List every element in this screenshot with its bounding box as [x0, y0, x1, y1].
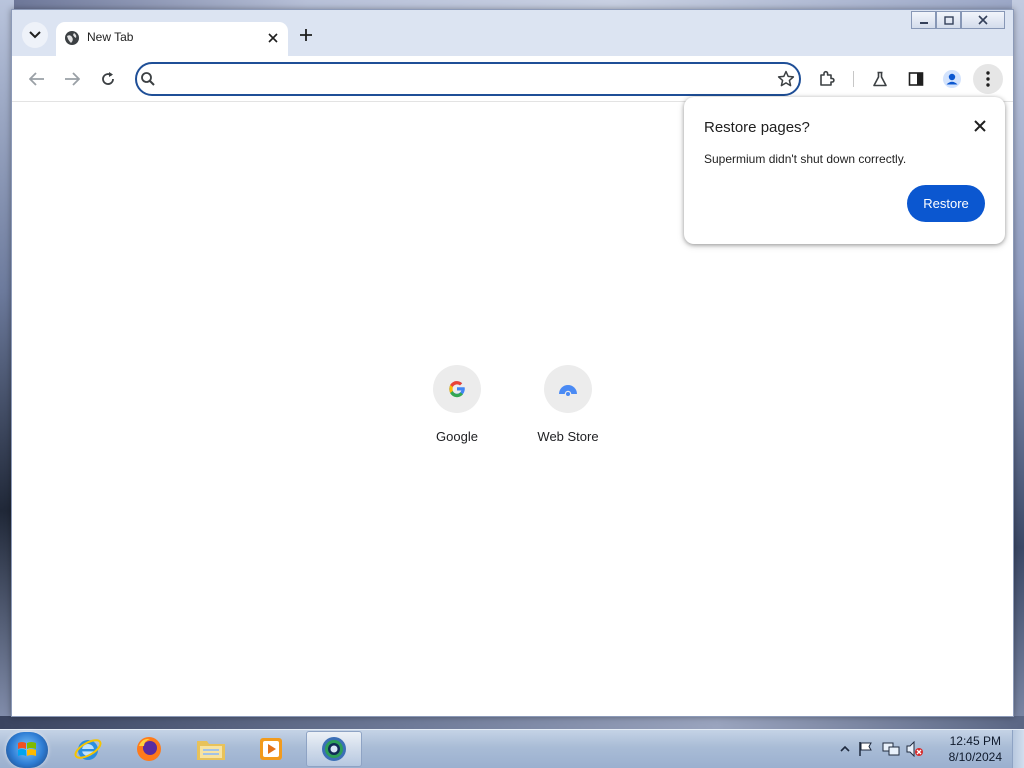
taskbar-media-player[interactable] — [243, 731, 299, 767]
menu-button[interactable] — [973, 64, 1003, 94]
tab-title: New Tab — [87, 30, 134, 44]
restore-pages-dialog: Restore pages? Supermium didn't shut dow… — [684, 97, 1005, 244]
dialog-title: Restore pages? — [704, 119, 810, 136]
extensions-button[interactable] — [812, 64, 842, 94]
address-bar[interactable] — [135, 62, 801, 96]
tab-close-button[interactable] — [264, 29, 282, 47]
close-window-button[interactable] — [961, 11, 1005, 29]
address-input[interactable] — [161, 68, 761, 90]
google-g-icon — [449, 381, 465, 398]
shortcut-web-store[interactable]: Web Store — [523, 365, 613, 444]
title-bar: New Tab — [12, 10, 1013, 56]
labs-button[interactable] — [865, 64, 895, 94]
arrow-left-icon — [29, 72, 44, 86]
avatar-icon — [943, 70, 961, 88]
minimize-button[interactable] — [911, 11, 936, 29]
supermium-icon — [322, 737, 346, 761]
speaker-muted-icon[interactable] — [906, 741, 924, 757]
file-explorer-icon — [197, 741, 225, 760]
restore-down-icon — [943, 15, 954, 25]
media-player-icon — [260, 738, 282, 760]
reload-icon — [102, 72, 114, 85]
close-icon — [978, 15, 988, 25]
browser-window: New Tab Google Web Store Restore pages? … — [11, 9, 1014, 717]
show-desktop-button[interactable] — [1012, 730, 1024, 768]
puzzle-icon — [820, 70, 835, 86]
tab-search-button[interactable] — [22, 22, 48, 48]
reload-button[interactable] — [93, 64, 123, 94]
toolbar-separator — [853, 71, 854, 87]
dialog-message: Supermium didn't shut down correctly. — [704, 152, 907, 166]
maximize-button[interactable] — [936, 11, 961, 29]
network-icon[interactable] — [882, 741, 900, 757]
close-icon — [268, 33, 278, 43]
chevron-down-icon — [29, 31, 41, 39]
shortcut-google[interactable]: Google — [412, 365, 502, 444]
taskbar-firefox[interactable] — [121, 731, 177, 767]
new-tab-button[interactable] — [293, 22, 319, 48]
shortcut-label: Web Store — [537, 429, 599, 444]
clock-time: 12:45 PM — [949, 734, 1001, 748]
web-store-icon — [559, 385, 577, 396]
clock[interactable]: 12:45 PM 8/10/2024 — [949, 733, 1002, 765]
kebab-menu-icon — [986, 71, 990, 87]
plus-icon — [300, 29, 312, 41]
side-panel-icon — [908, 72, 924, 86]
shortcut-label: Google — [436, 429, 478, 444]
shortcut-icon-circle — [433, 365, 481, 413]
taskbar-supermium[interactable] — [306, 731, 362, 767]
close-icon — [974, 120, 986, 132]
dialog-close-button[interactable] — [971, 117, 989, 135]
start-button[interactable] — [6, 732, 48, 768]
internet-explorer-icon — [74, 739, 102, 760]
arrow-right-icon — [65, 72, 80, 86]
minimize-icon — [919, 22, 928, 24]
flask-icon — [873, 71, 887, 87]
search-icon — [141, 72, 155, 86]
taskbar-file-explorer[interactable] — [183, 731, 239, 767]
bookmark-star-icon[interactable] — [777, 70, 795, 88]
firefox-icon — [137, 737, 161, 761]
chevron-up-icon[interactable] — [840, 745, 850, 752]
globe-icon — [65, 31, 79, 45]
shortcut-icon-circle — [544, 365, 592, 413]
profile-button[interactable] — [937, 64, 967, 94]
toolbar — [12, 56, 1013, 102]
system-tray: 12:45 PM 8/10/2024 — [834, 730, 1024, 768]
taskbar-internet-explorer[interactable] — [60, 731, 116, 767]
side-panel-button[interactable] — [901, 64, 931, 94]
restore-button[interactable]: Restore — [907, 185, 985, 222]
desktop-wallpaper-bottom — [0, 716, 1024, 730]
windows-logo-icon — [18, 742, 36, 756]
clock-date: 8/10/2024 — [948, 750, 1002, 764]
forward-button[interactable] — [57, 64, 87, 94]
back-button[interactable] — [22, 64, 52, 94]
action-center-flag-icon[interactable] — [858, 741, 874, 757]
window-controls — [911, 11, 1005, 29]
tab-new-tab[interactable]: New Tab — [56, 22, 288, 56]
taskbar: 12:45 PM 8/10/2024 — [0, 729, 1024, 768]
